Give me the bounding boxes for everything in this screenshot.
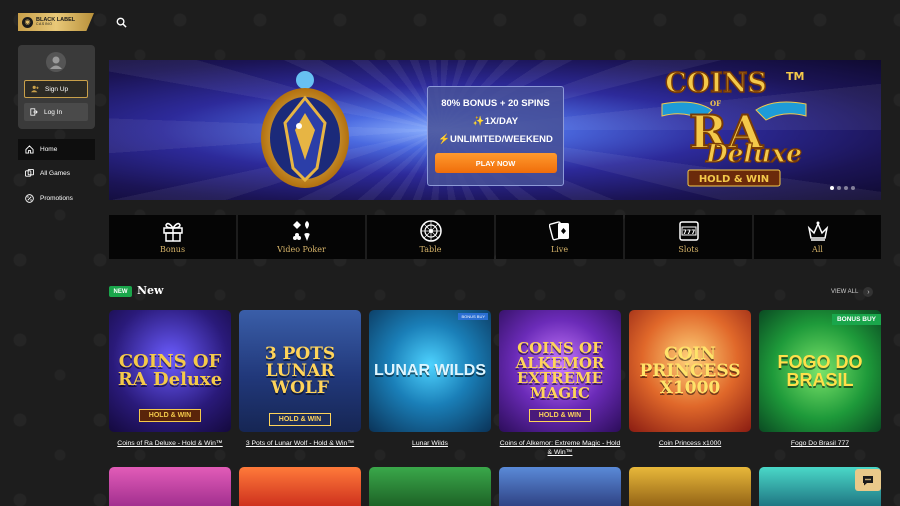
banner-title-sub: HOLD & WIN bbox=[699, 174, 769, 185]
game-tile-fogo-do-brasil[interactable]: BONUS BUY FOGO DO BRASIL bbox=[759, 310, 881, 432]
play-now-button[interactable]: PLAY NOW bbox=[434, 153, 557, 173]
game-tile-lunar-wolf[interactable]: 3 POTS LUNAR WOLF HOLD & WIN bbox=[239, 310, 361, 432]
promo-line-2: ✨1X/DAY bbox=[472, 116, 519, 127]
search-icon[interactable] bbox=[114, 15, 128, 29]
section-title: New bbox=[137, 284, 164, 297]
category-all[interactable]: All bbox=[754, 215, 881, 259]
dice-icon bbox=[25, 169, 34, 177]
promo-banner[interactable]: 80% BONUS + 20 SPINS ✨1X/DAY ⚡UNLIMITED/… bbox=[109, 60, 881, 200]
card-suits-icon bbox=[292, 221, 310, 241]
game-tile-partial[interactable] bbox=[499, 467, 621, 506]
game-art-sub: HOLD & WIN bbox=[269, 413, 331, 426]
chat-icon[interactable] bbox=[855, 469, 881, 491]
promo-line-3: ⚡UNLIMITED/WEEKEND bbox=[438, 134, 553, 145]
game-tile-partial[interactable] bbox=[369, 467, 491, 506]
carousel-dot[interactable] bbox=[837, 186, 841, 190]
log-in-button[interactable]: Log In bbox=[24, 103, 88, 121]
category-video-poker[interactable]: Video Poker bbox=[238, 215, 365, 259]
game-tile-coin-princess[interactable]: COIN PRINCESS X1000 bbox=[629, 310, 751, 432]
game-art: COINS OF ALKEMOR EXTREME MAGIC bbox=[515, 339, 605, 402]
logo-line2: CASINO bbox=[36, 22, 53, 26]
svg-text:777: 777 bbox=[682, 229, 695, 236]
game-name[interactable]: Fogo Do Brasil 777 bbox=[759, 440, 881, 449]
sidebar-item-label: Promotions bbox=[40, 195, 73, 202]
user-panel: Sign Up Log In bbox=[18, 45, 95, 129]
sidebar-item-label: Home bbox=[40, 146, 58, 153]
category-label: All bbox=[812, 245, 823, 254]
game-name[interactable]: Coins of Ra Deluxe - Hold & Win™ bbox=[109, 440, 231, 449]
gift-icon bbox=[162, 222, 183, 242]
category-label: Table bbox=[419, 245, 442, 254]
game-name[interactable]: Coin Princess x1000 bbox=[629, 440, 751, 449]
game-art: COIN PRINCESS X1000 bbox=[639, 343, 741, 398]
carousel-dot[interactable] bbox=[851, 186, 855, 190]
category-bar: Bonus Video Poker Table Live 777 Slots A… bbox=[109, 215, 881, 259]
avatar-icon bbox=[44, 50, 68, 74]
sign-up-button[interactable]: Sign Up bbox=[24, 80, 88, 98]
game-art: COINS OF RA Deluxe bbox=[117, 351, 223, 390]
banner-title-tm: TM bbox=[786, 70, 804, 83]
game-name[interactable]: Lunar Wilds bbox=[369, 440, 491, 449]
coins-of-ra-title-art: COINS TM OF RA Deluxe HOLD & WIN bbox=[654, 64, 814, 192]
user-plus-icon bbox=[31, 85, 39, 93]
bonus-buy-badge: BONUS BUY bbox=[831, 314, 881, 325]
chevron-right-icon: › bbox=[863, 287, 874, 297]
sidebar-item-promotions[interactable]: Promotions bbox=[18, 188, 95, 209]
game-tile-coins-of-ra[interactable]: COINS OF RA Deluxe HOLD & WIN bbox=[109, 310, 231, 432]
game-art: 3 POTS LUNAR WOLF bbox=[264, 343, 336, 398]
sidebar-item-home[interactable]: Home bbox=[18, 139, 95, 160]
category-slots[interactable]: 777 Slots bbox=[625, 215, 752, 259]
carousel-dot[interactable] bbox=[844, 186, 848, 190]
game-name[interactable]: 3 Pots of Lunar Wolf - Hold & Win™ bbox=[239, 440, 361, 449]
category-label: Bonus bbox=[159, 245, 186, 254]
game-art-sub: HOLD & WIN bbox=[139, 409, 201, 422]
roulette-icon bbox=[419, 220, 442, 242]
new-badge: NEW bbox=[109, 286, 132, 297]
category-bonus[interactable]: Bonus bbox=[109, 215, 236, 259]
logo-mark-icon: ◉ bbox=[22, 16, 33, 28]
login-icon bbox=[30, 108, 38, 116]
carousel-dot[interactable] bbox=[830, 186, 834, 190]
playing-cards-icon bbox=[548, 221, 569, 241]
carousel-dots bbox=[830, 186, 855, 190]
ra-falcon-emblem bbox=[259, 68, 351, 192]
game-art-sub: HOLD & WIN bbox=[529, 409, 591, 422]
game-tile-coins-of-alkemor[interactable]: COINS OF ALKEMOR EXTREME MAGIC HOLD & WI… bbox=[499, 310, 621, 432]
home-icon bbox=[25, 145, 34, 154]
view-all-label: VIEW ALL bbox=[831, 289, 859, 295]
promo-line-1: 80% BONUS + 20 SPINS bbox=[441, 98, 550, 109]
banner-title-deluxe: Deluxe bbox=[705, 139, 802, 168]
log-in-label: Log In bbox=[44, 108, 63, 116]
banner-title-coins: COINS bbox=[665, 68, 767, 99]
brand-logo[interactable]: ◉ BLACK LABEL CASINO bbox=[18, 13, 94, 31]
crown-icon bbox=[807, 221, 828, 241]
game-tile-partial[interactable] bbox=[629, 467, 751, 506]
promo-offer-box: 80% BONUS + 20 SPINS ✨1X/DAY ⚡UNLIMITED/… bbox=[427, 86, 564, 186]
sign-up-label: Sign Up bbox=[45, 85, 69, 93]
game-tile-partial[interactable] bbox=[109, 467, 231, 506]
slot-machine-icon: 777 bbox=[678, 221, 699, 241]
percent-icon bbox=[25, 194, 34, 203]
game-tile-partial[interactable] bbox=[239, 467, 361, 506]
game-name[interactable]: Coins of Alkemor: Extreme Magic - Hold &… bbox=[499, 440, 621, 458]
game-tile-lunar-wilds[interactable]: BONUS BUY LUNAR WILDS bbox=[369, 310, 491, 432]
sidebar-item-label: All Games bbox=[40, 170, 70, 177]
view-all-link[interactable]: VIEW ALL › bbox=[831, 287, 874, 297]
category-label: Live bbox=[550, 245, 569, 254]
category-label: Video Poker bbox=[277, 245, 326, 254]
category-table[interactable]: Table bbox=[367, 215, 494, 259]
game-art: FOGO DO BRASIL bbox=[777, 352, 863, 390]
sidebar-item-all-games[interactable]: All Games bbox=[18, 163, 95, 184]
category-label: Slots bbox=[678, 245, 699, 254]
category-live[interactable]: Live bbox=[496, 215, 623, 259]
game-art: LUNAR WILDS bbox=[374, 362, 486, 379]
bonus-buy-badge: BONUS BUY bbox=[458, 313, 488, 320]
